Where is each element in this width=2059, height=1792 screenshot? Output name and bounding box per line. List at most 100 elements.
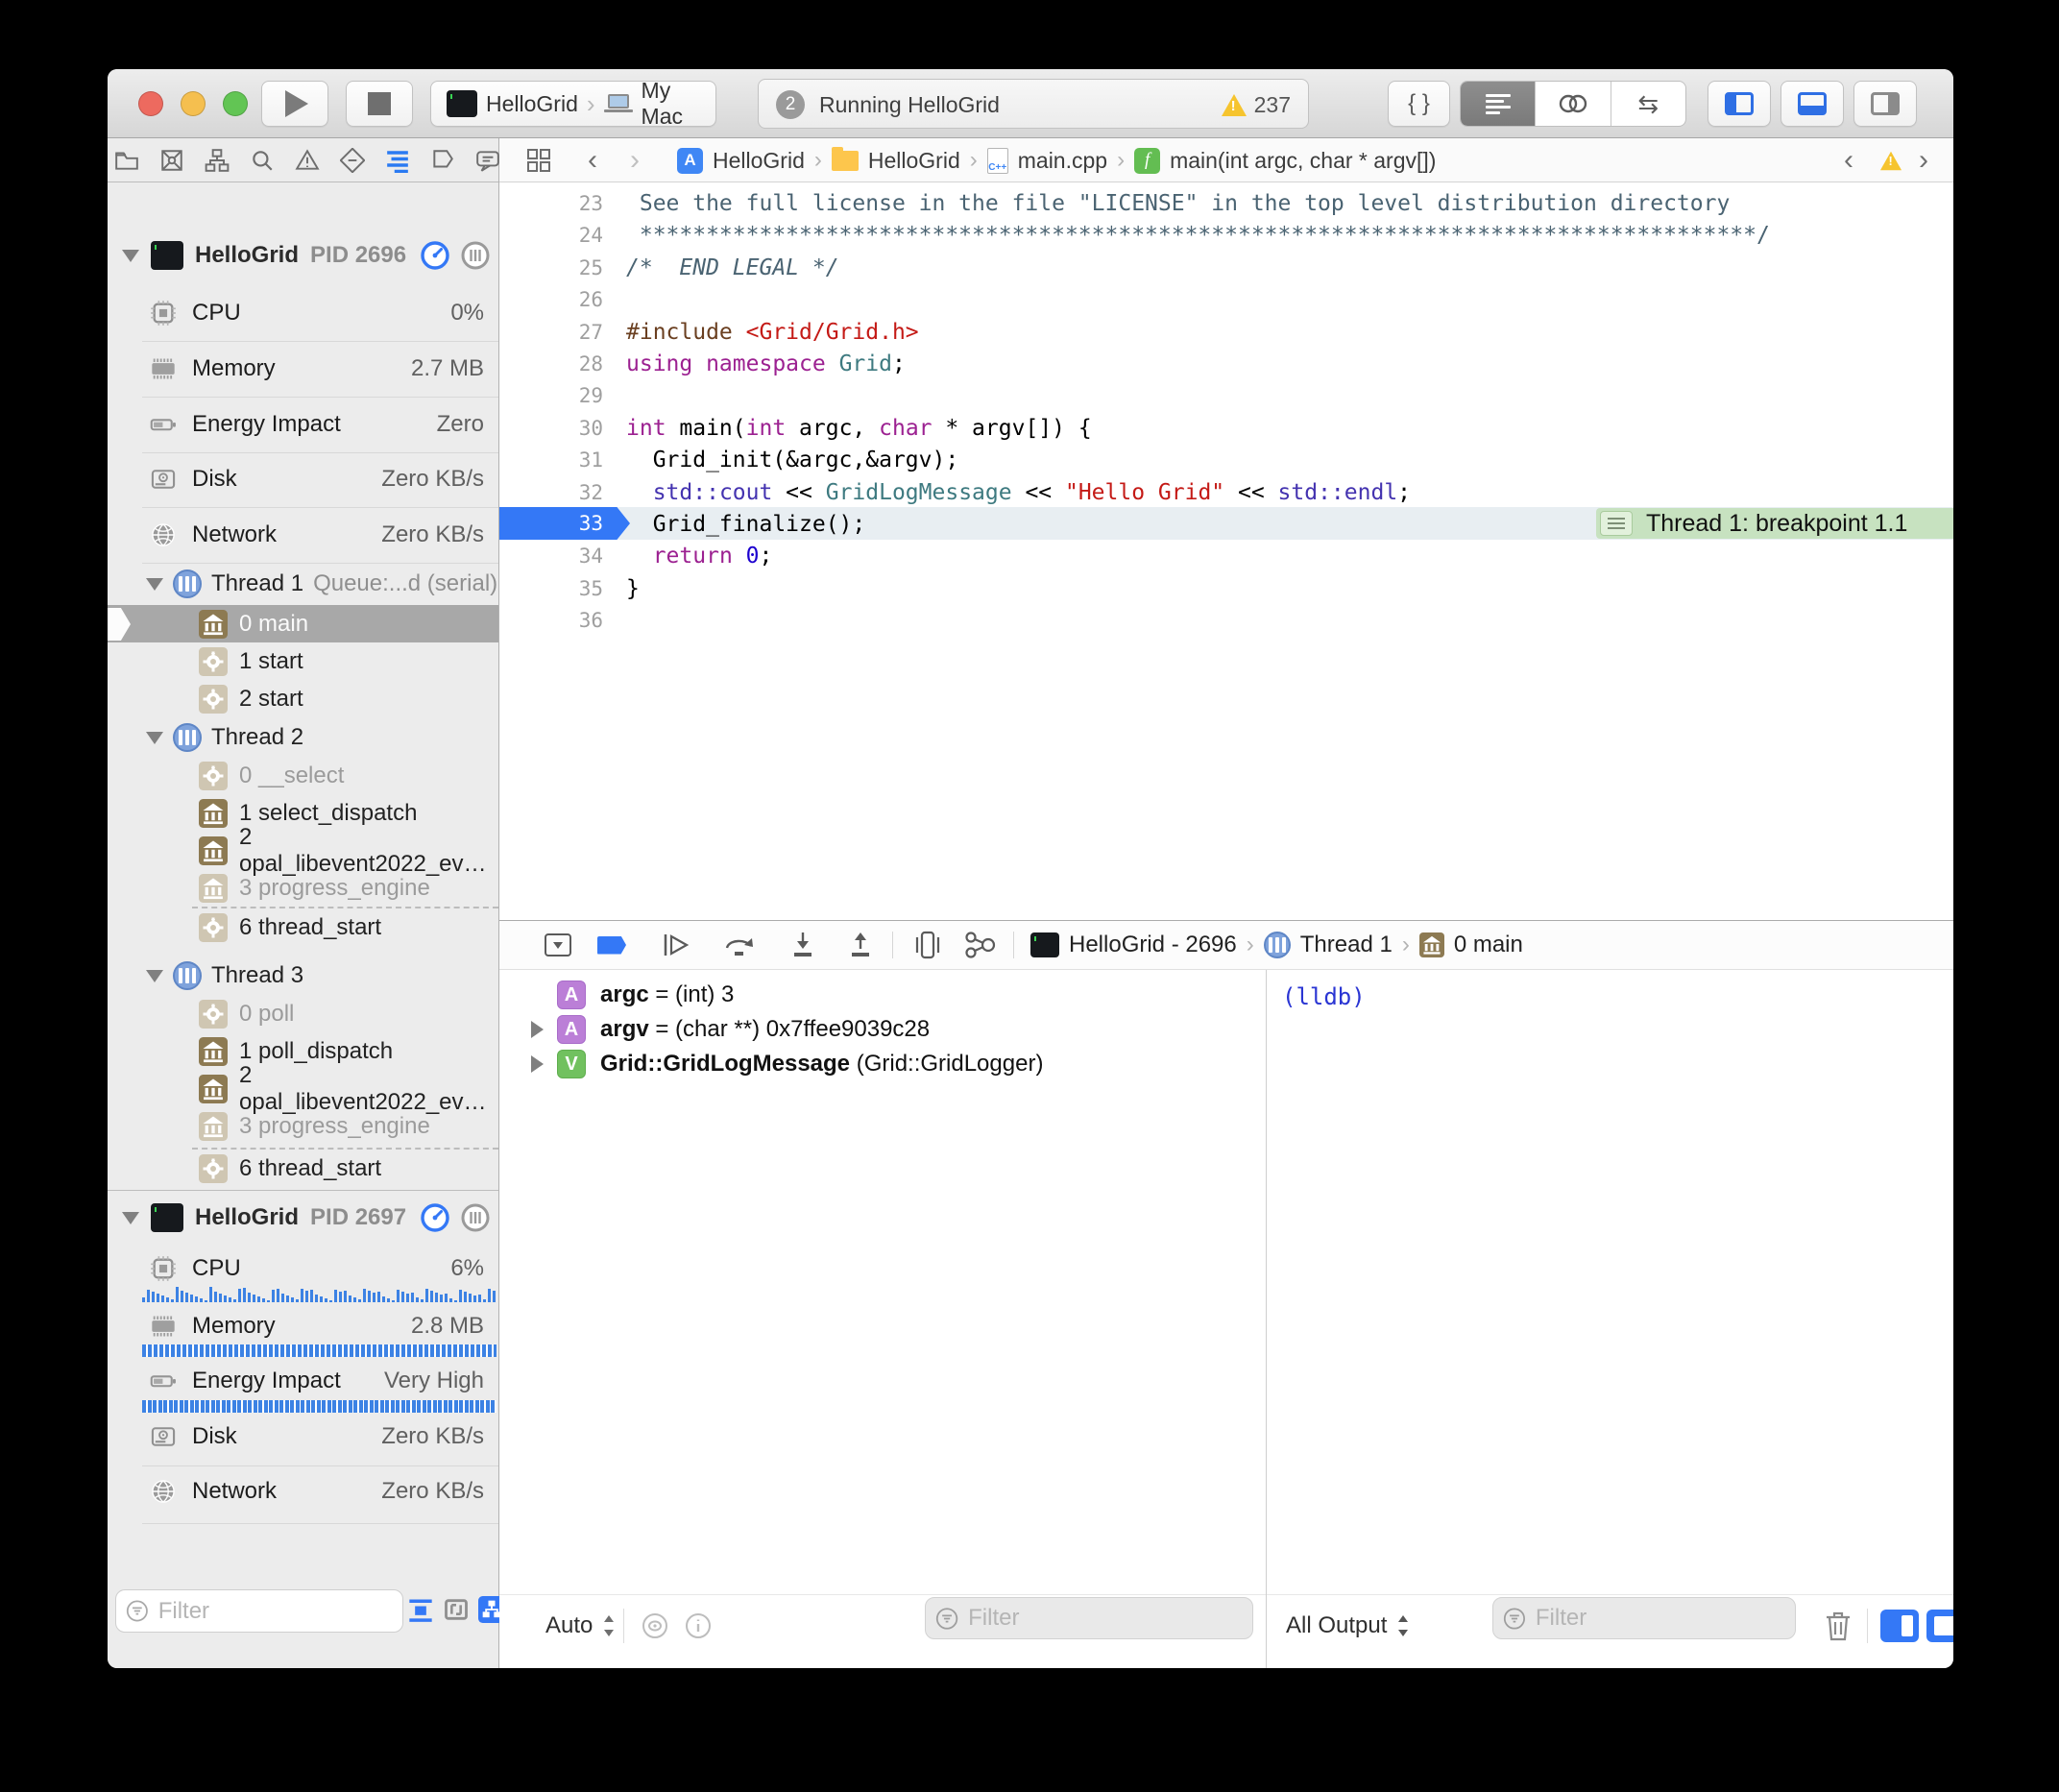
gauge-row-memory[interactable]: Memory2.8 MB xyxy=(108,1304,498,1348)
show-variables-view-button[interactable] xyxy=(1880,1610,1919,1642)
step-into-button[interactable] xyxy=(786,921,820,969)
code-line[interactable]: 28using namespace Grid; xyxy=(499,348,1953,380)
version-editor-button[interactable]: ⇆ xyxy=(1611,82,1685,126)
console[interactable]: (lldb) xyxy=(1266,970,1953,1594)
line-number[interactable]: 32 xyxy=(528,476,603,509)
breakpoints-toggle-button[interactable] xyxy=(597,921,626,969)
frame-row[interactable]: 2 opal_libevent2022_ev… xyxy=(108,832,498,869)
gauge-row-energy-impact[interactable]: Energy ImpactZero xyxy=(108,397,498,452)
frame-row[interactable]: 2 opal_libevent2022_ev… xyxy=(108,1070,498,1107)
code-line[interactable]: 25/* END LEGAL */ xyxy=(499,252,1953,284)
hide-debug-area-button[interactable] xyxy=(542,921,574,969)
step-over-button[interactable] xyxy=(722,921,757,969)
code-line[interactable]: 35} xyxy=(499,572,1953,605)
quicklook-button[interactable] xyxy=(641,1609,669,1643)
issue-navigator-icon[interactable] xyxy=(293,146,322,175)
continue-button[interactable] xyxy=(658,921,692,969)
navigator-filter-field[interactable] xyxy=(115,1589,403,1633)
disclosure-triangle-icon[interactable] xyxy=(146,970,163,982)
breadcrumb-file[interactable]: main.cpp xyxy=(1018,148,1107,174)
code-line[interactable]: 24 *************************************… xyxy=(499,219,1953,252)
debug-navigator-icon[interactable] xyxy=(383,146,412,175)
forward-button[interactable]: › xyxy=(630,138,640,182)
code-line[interactable]: 31 Grid_init(&argc,&argv); xyxy=(499,444,1953,476)
symbol-navigator-icon[interactable] xyxy=(203,146,231,175)
gauge-row-disk[interactable]: DiskZero KB/s xyxy=(108,451,498,507)
code-area[interactable]: 23 See the full license in the file "LIC… xyxy=(499,182,1953,920)
gauge-row-disk[interactable]: DiskZero KB/s xyxy=(108,1415,498,1459)
code-line[interactable]: 26 xyxy=(499,283,1953,316)
frame-row[interactable]: 0 main xyxy=(108,605,498,642)
line-number[interactable]: 26 xyxy=(528,283,603,316)
gauge-indicator-icon[interactable] xyxy=(421,1203,449,1232)
frame-row[interactable]: 0 poll xyxy=(108,995,498,1032)
filter-running-icon[interactable] xyxy=(407,1596,434,1623)
variables-scope-selector[interactable]: Auto xyxy=(545,1609,616,1643)
toggle-inspector-button[interactable] xyxy=(1853,81,1917,127)
disclosure-triangle-icon[interactable] xyxy=(122,250,139,262)
standard-editor-button[interactable] xyxy=(1461,82,1536,126)
issue-button[interactable] xyxy=(1878,138,1903,182)
debug-process[interactable]: HelloGrid - 2696 xyxy=(1069,932,1237,958)
step-out-button[interactable] xyxy=(843,921,878,969)
related-items-button[interactable] xyxy=(526,138,551,182)
line-number[interactable]: 23 xyxy=(528,187,603,220)
disclosure-triangle-icon[interactable] xyxy=(146,578,163,591)
line-number[interactable]: 31 xyxy=(528,444,603,476)
gauge-row-cpu[interactable]: CPU6% xyxy=(108,1247,498,1291)
toggle-navigator-button[interactable] xyxy=(1708,81,1771,127)
zoom-window-button[interactable] xyxy=(223,91,248,116)
debug-frame[interactable]: 0 main xyxy=(1454,932,1523,958)
code-line[interactable]: 23 See the full license in the file "LIC… xyxy=(499,187,1953,220)
gauge-row-memory[interactable]: Memory2.7 MB xyxy=(108,341,498,397)
info-button[interactable] xyxy=(684,1609,713,1643)
threads-indicator-icon[interactable] xyxy=(461,241,490,270)
variable-row[interactable]: VGrid::GridLogMessage (Grid::GridLogger) xyxy=(499,1047,1266,1081)
next-issue-button[interactable]: › xyxy=(1919,138,1928,182)
gauge-row-network[interactable]: NetworkZero KB/s xyxy=(108,1469,498,1514)
code-line[interactable]: 27#include <Grid/Grid.h> xyxy=(499,316,1953,349)
frame-row[interactable]: 3 progress_engine xyxy=(108,869,498,907)
disclosure-triangle-icon[interactable] xyxy=(122,1212,139,1224)
gauge-row-energy-impact[interactable]: Energy ImpactVery High xyxy=(108,1359,498,1403)
gauge-row-network[interactable]: NetworkZero KB/s xyxy=(108,507,498,563)
code-line[interactable]: 36 xyxy=(499,604,1953,637)
frame-row[interactable]: 0 __select xyxy=(108,757,498,794)
frame-row[interactable]: 6 thread_start xyxy=(108,908,498,946)
minimize-window-button[interactable] xyxy=(181,91,206,116)
filter-flagged-icon[interactable] xyxy=(443,1596,470,1623)
report-navigator-icon[interactable] xyxy=(473,146,502,175)
breadcrumb-group[interactable]: HelloGrid xyxy=(868,148,960,174)
thread-row[interactable]: Thread 1Queue:...d (serial) xyxy=(108,565,498,603)
process-row[interactable]: HelloGridPID 2696 xyxy=(108,236,498,275)
line-number[interactable]: 29 xyxy=(528,379,603,412)
console-output-selector[interactable]: All Output xyxy=(1286,1609,1410,1643)
breakpoint-navigator-icon[interactable] xyxy=(428,146,457,175)
clear-console-button[interactable] xyxy=(1824,1607,1853,1645)
process-row[interactable]: HelloGridPID 2697 xyxy=(108,1199,498,1237)
frame-row[interactable]: 3 progress_engine xyxy=(108,1107,498,1145)
find-navigator-icon[interactable] xyxy=(248,146,277,175)
navigator-filter-input[interactable] xyxy=(158,1598,393,1625)
threads-indicator-icon[interactable] xyxy=(461,1203,490,1232)
debug-breadcrumb[interactable]: HelloGrid - 2696 › Thread 1 › 0 main xyxy=(1030,921,1523,969)
stop-button[interactable] xyxy=(346,81,413,127)
assistant-editor-button[interactable] xyxy=(1536,82,1611,126)
disclosure-triangle-icon[interactable] xyxy=(531,1055,544,1073)
toggle-debug-area-button[interactable] xyxy=(1780,81,1844,127)
line-number[interactable]: 30 xyxy=(528,412,603,445)
gauge-indicator-icon[interactable] xyxy=(421,241,449,270)
disclosure-triangle-icon[interactable] xyxy=(146,732,163,744)
previous-issue-button[interactable]: ‹ xyxy=(1844,138,1853,182)
breadcrumb-project[interactable]: HelloGrid xyxy=(713,148,805,174)
scheme-selector[interactable]: HelloGrid › My Mac xyxy=(430,81,716,127)
line-number[interactable]: 36 xyxy=(528,604,603,637)
run-button[interactable] xyxy=(261,81,328,127)
code-snippets-button[interactable]: { } xyxy=(1388,81,1450,127)
line-number[interactable]: 34 xyxy=(528,540,603,572)
warning-counter[interactable]: 237 xyxy=(1222,92,1291,118)
close-window-button[interactable] xyxy=(138,91,163,116)
test-navigator-icon[interactable] xyxy=(338,146,367,175)
variables-filter-input[interactable] xyxy=(968,1605,1243,1632)
breadcrumb[interactable]: A HelloGrid › HelloGrid › C++ main.cpp ›… xyxy=(677,138,1436,182)
